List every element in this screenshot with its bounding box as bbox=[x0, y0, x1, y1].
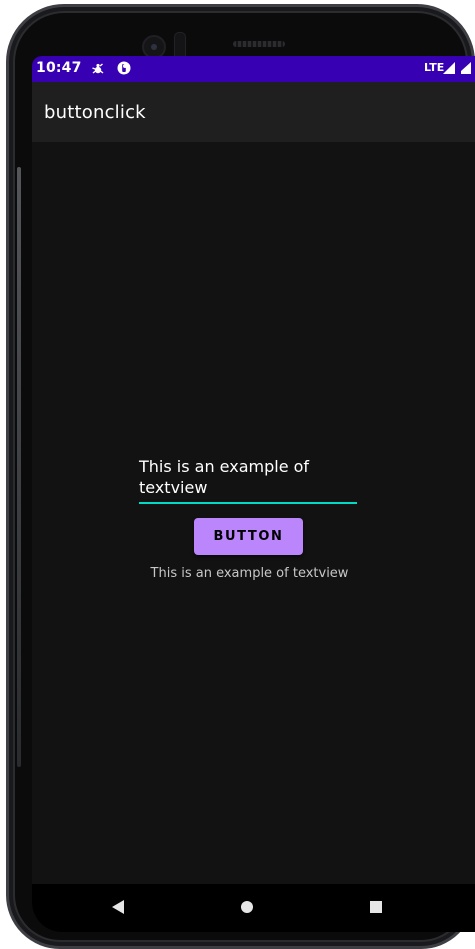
edit-text-field[interactable]: This is an example of textview bbox=[139, 456, 357, 506]
recents-icon[interactable] bbox=[370, 901, 382, 913]
home-icon[interactable] bbox=[241, 901, 253, 913]
device-screen: 10:47 LTE buttonclick This is an example… bbox=[32, 56, 475, 932]
app-title: buttonclick bbox=[44, 102, 146, 123]
bug-report-icon bbox=[92, 63, 104, 74]
status-time: 10:47 bbox=[36, 60, 82, 76]
page: 10:47 LTE buttonclick This is an example… bbox=[0, 0, 475, 949]
signal-icon bbox=[443, 62, 455, 74]
app-bar: buttonclick bbox=[32, 82, 475, 142]
edit-text-underline bbox=[139, 502, 357, 504]
camera-lens bbox=[151, 44, 157, 50]
edit-text-value[interactable]: This is an example of textview bbox=[139, 456, 357, 498]
phone-side-highlight bbox=[17, 167, 21, 767]
earpiece-speaker bbox=[233, 41, 285, 47]
status-bar: 10:47 LTE bbox=[32, 56, 475, 82]
text-view: This is an example of textview bbox=[150, 566, 349, 581]
main-button[interactable]: BUTTON bbox=[194, 518, 303, 555]
battery-icon bbox=[461, 62, 471, 74]
navigation-bar bbox=[32, 884, 475, 932]
back-icon[interactable] bbox=[112, 900, 124, 914]
circle-notification-icon bbox=[117, 61, 131, 75]
